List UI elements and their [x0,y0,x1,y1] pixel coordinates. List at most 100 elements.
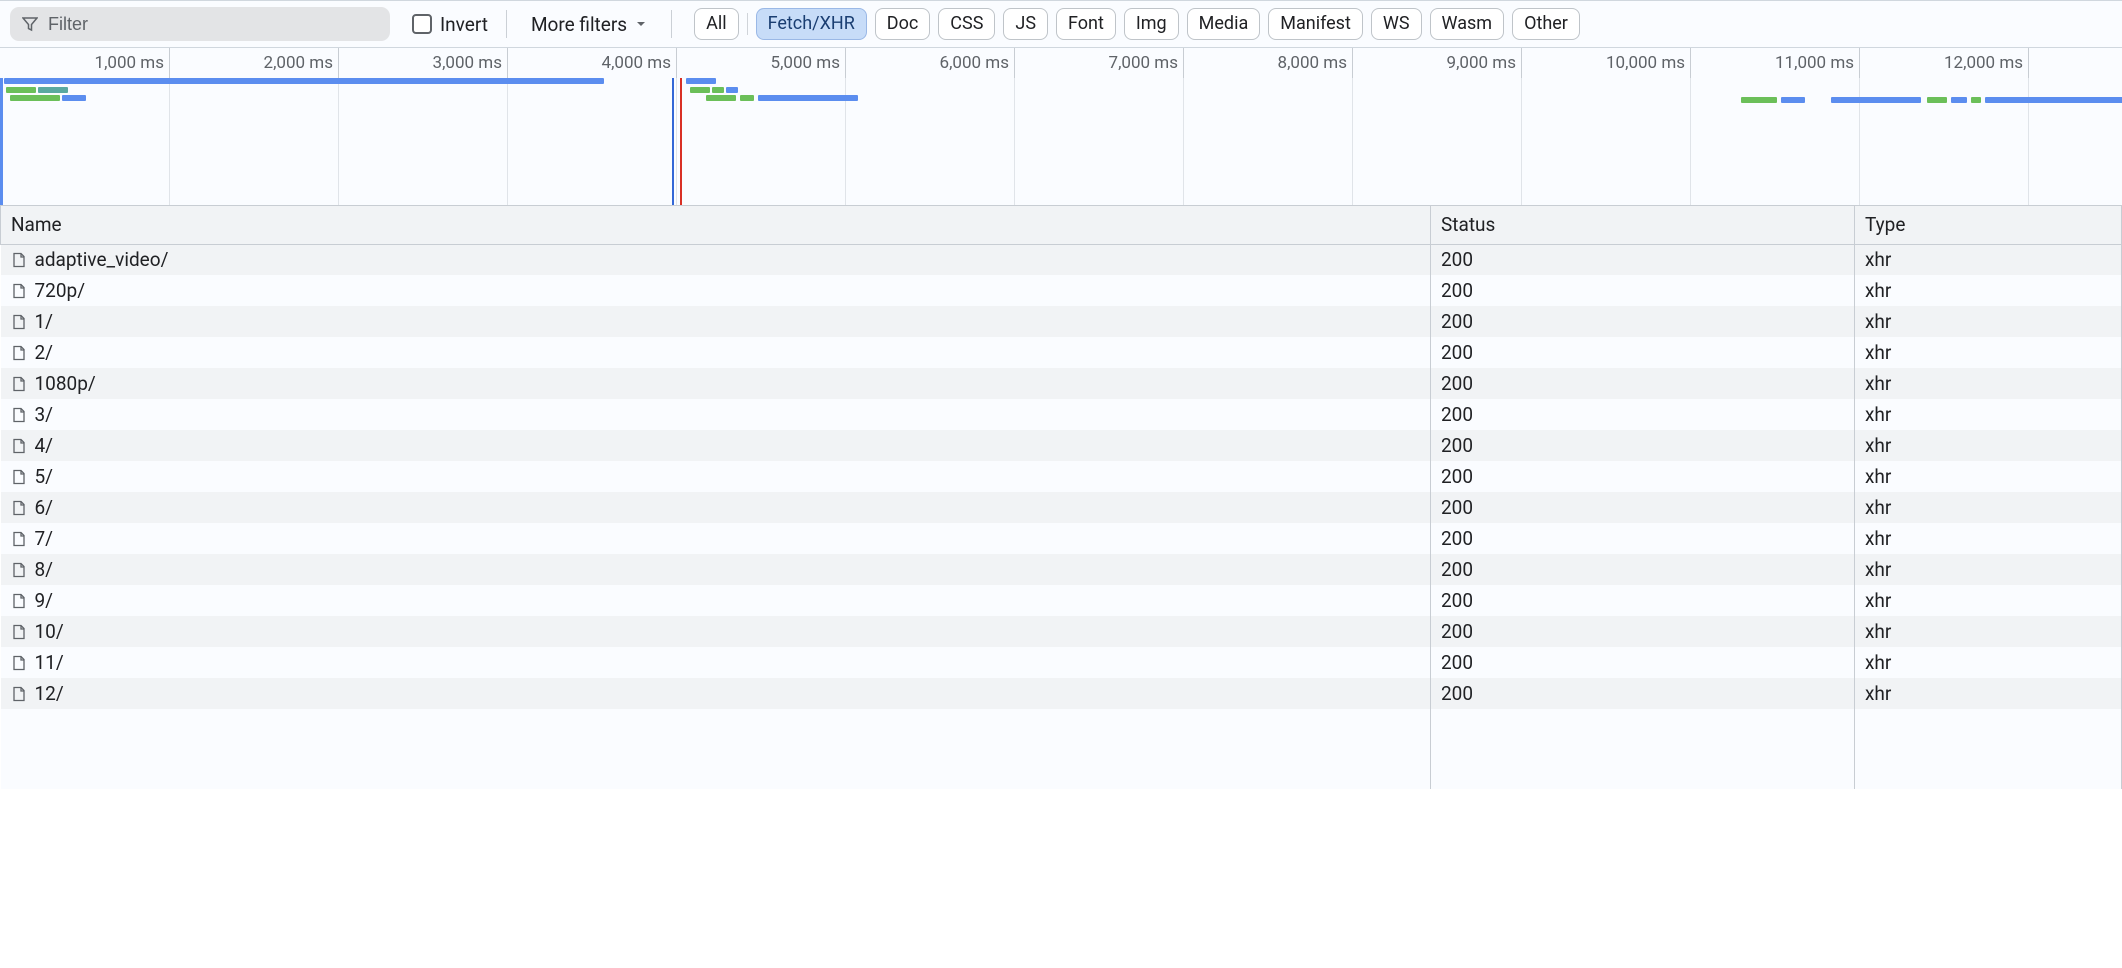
request-row[interactable]: 11/200xhr [1,647,2122,678]
filter-toolbar: Invert More filters All Fetch/XHR DocCSS JS… [0,0,2122,48]
timeline-bar [712,87,724,93]
request-name-cell[interactable]: 1/ [1,306,1431,337]
timeline-bar [758,95,858,101]
request-row[interactable]: 3/200xhr [1,399,2122,430]
request-row[interactable]: 2/200xhr [1,337,2122,368]
file-icon [11,562,27,578]
request-name: 11/ [35,651,64,674]
request-name-cell[interactable]: 720p/ [1,275,1431,306]
request-name-cell[interactable]: 5/ [1,461,1431,492]
invert-checkbox[interactable] [412,14,432,34]
timeline-tick: 7,000 ms [1183,48,1184,78]
timeline-tick-label: 12,000 ms [1944,53,2023,73]
timeline-overview[interactable]: 1,000 ms2,000 ms3,000 ms4,000 ms5,000 ms… [0,48,2122,206]
filter-input[interactable] [48,14,378,35]
timeline-bar [1927,97,1947,103]
request-row[interactable]: 4/200xhr [1,430,2122,461]
filter-pill-manifest[interactable]: Manifest [1268,8,1363,39]
request-name-cell[interactable]: 8/ [1,554,1431,585]
timeline-gridline [1014,78,1015,206]
filter-box[interactable] [10,7,390,41]
timeline-tick: 8,000 ms [1352,48,1353,78]
request-name-cell[interactable]: 3/ [1,399,1431,430]
request-type-cell: xhr [1855,523,2122,554]
request-row[interactable]: 9/200xhr [1,585,2122,616]
request-status-cell: 200 [1431,461,1855,492]
file-icon [11,686,27,702]
request-status-cell: 200 [1431,306,1855,337]
request-name-cell[interactable]: 2/ [1,337,1431,368]
filter-pill-js[interactable]: JS [1003,8,1048,39]
request-name: 3/ [35,403,54,426]
request-status-cell: 200 [1431,430,1855,461]
request-row[interactable]: 6/200xhr [1,492,2122,523]
filter-pill-all[interactable]: All [694,8,739,39]
filter-pill-font[interactable]: Font [1056,8,1116,39]
request-type-cell: xhr [1855,678,2122,709]
request-name: 4/ [35,434,54,457]
request-name-cell[interactable]: 10/ [1,616,1431,647]
request-row[interactable]: adaptive_video/200xhr [1,244,2122,275]
request-type-cell: xhr [1855,430,2122,461]
request-name: 8/ [35,558,54,581]
timeline-tick: 2,000 ms [338,48,339,78]
column-header-name[interactable]: Name [1,206,1431,244]
column-header-status[interactable]: Status [1431,206,1855,244]
request-row[interactable]: 5/200xhr [1,461,2122,492]
request-status-cell: 200 [1431,368,1855,399]
filter-pill-doc[interactable]: Doc [875,8,931,39]
chevron-down-icon [635,18,647,30]
file-icon [11,283,27,299]
request-type-cell: xhr [1855,244,2122,275]
request-name-cell[interactable]: 12/ [1,678,1431,709]
more-filters-dropdown[interactable]: More filters [525,9,653,40]
timeline-bar [62,95,86,101]
request-name-cell[interactable]: 1080p/ [1,368,1431,399]
request-name-cell[interactable]: 11/ [1,647,1431,678]
timeline-tick: 1,000 ms [169,48,170,78]
selection-start-handle[interactable] [0,78,3,206]
request-type-cell: xhr [1855,306,2122,337]
invert-checkbox-wrap[interactable]: Invert [412,13,488,36]
timeline-tick-label: 2,000 ms [264,53,333,73]
request-name-cell[interactable]: 6/ [1,492,1431,523]
request-name: 6/ [35,496,54,519]
request-name: adaptive_video/ [35,248,169,271]
request-row[interactable]: 10/200xhr [1,616,2122,647]
timeline-bar [690,87,710,93]
request-type-cell: xhr [1855,616,2122,647]
filter-pill-other[interactable]: Other [1512,8,1580,39]
request-type-cell: xhr [1855,337,2122,368]
request-row[interactable]: 7/200xhr [1,523,2122,554]
more-filters-label: More filters [531,13,627,36]
column-header-type[interactable]: Type [1855,206,2122,244]
separator [747,13,748,35]
filter-pill-media[interactable]: Media [1187,8,1261,39]
request-row[interactable]: 8/200xhr [1,554,2122,585]
file-icon [11,531,27,547]
request-name-cell[interactable]: 4/ [1,430,1431,461]
request-row[interactable]: 1080p/200xhr [1,368,2122,399]
request-type-cell: xhr [1855,585,2122,616]
request-name-cell[interactable]: adaptive_video/ [1,244,1431,275]
timeline-bar [686,78,716,84]
request-row[interactable]: 12/200xhr [1,678,2122,709]
filter-pill-wasm[interactable]: Wasm [1430,8,1505,39]
type-filter-pills: All Fetch/XHR DocCSS JS Font Img MediaManifest… [694,8,1580,39]
timeline-body[interactable] [0,78,2122,206]
filter-pill-img[interactable]: Img [1124,8,1179,39]
request-row[interactable]: 720p/200xhr [1,275,2122,306]
request-type-cell: xhr [1855,368,2122,399]
filter-pill-css[interactable]: CSS [938,8,995,39]
request-status-cell: 200 [1431,523,1855,554]
request-row[interactable]: 1/200xhr [1,306,2122,337]
request-name-cell[interactable]: 7/ [1,523,1431,554]
filter-pill-ws[interactable]: WS [1371,8,1422,39]
timeline-bar [10,95,60,101]
timeline-bar [1951,97,1967,103]
timeline-gridline [676,78,677,206]
timeline-bar [740,95,754,101]
request-name: 2/ [35,341,54,364]
filter-pill-fetchxhr[interactable]: Fetch/XHR [756,8,867,39]
request-name-cell[interactable]: 9/ [1,585,1431,616]
